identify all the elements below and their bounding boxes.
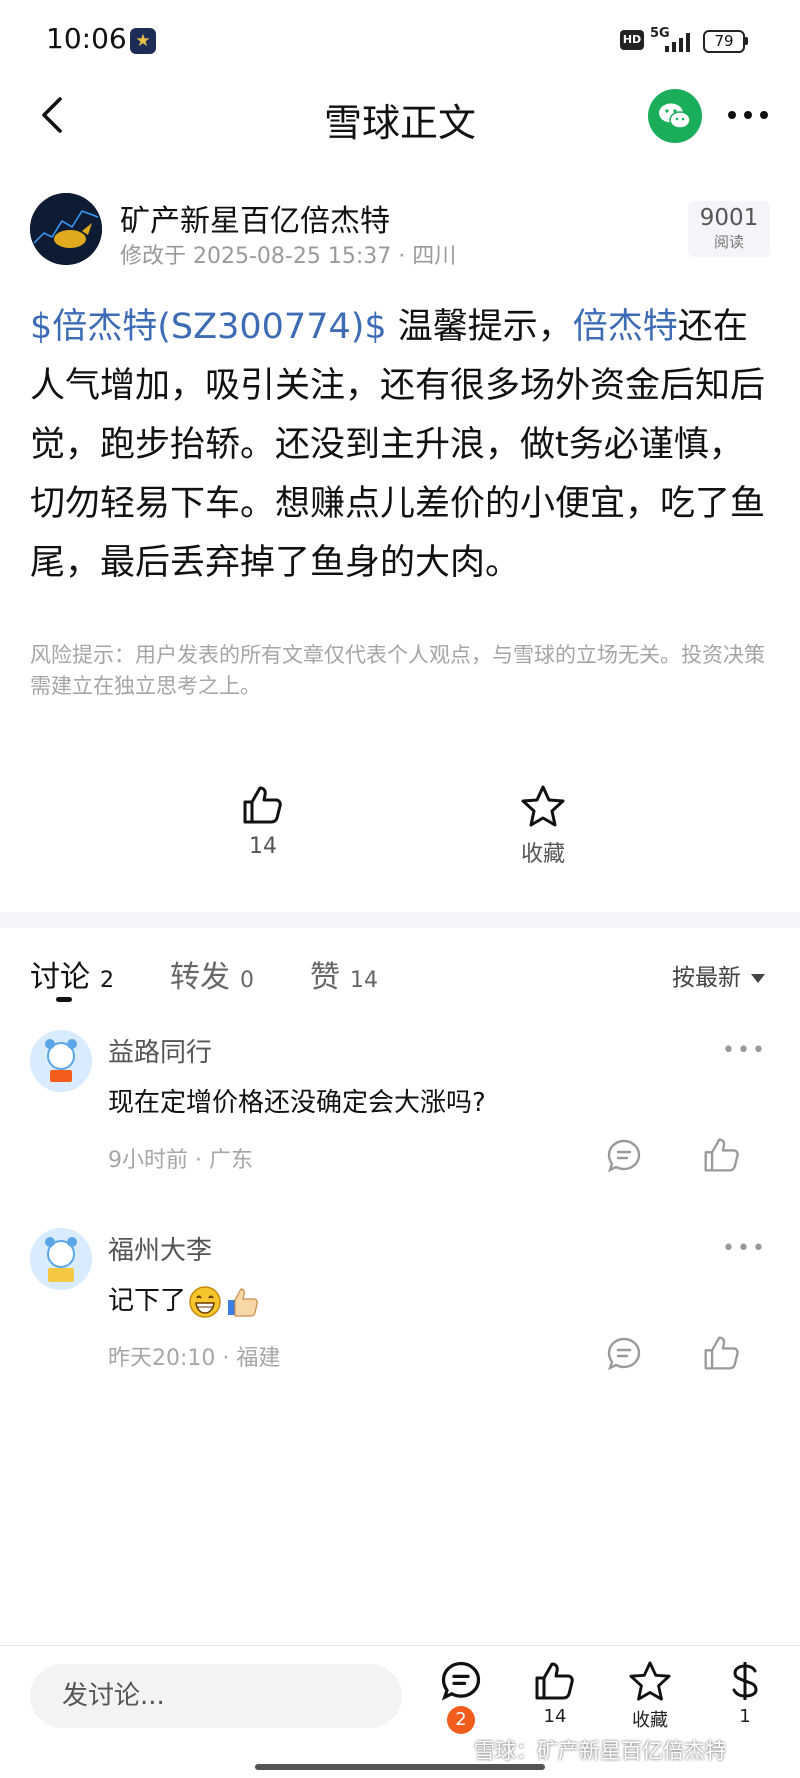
author-name[interactable]: 矿产新星百亿倍杰特: [120, 196, 390, 240]
star-icon: [521, 785, 565, 827]
dollar-icon: [732, 1662, 758, 1700]
comment-avatar[interactable]: [30, 1030, 92, 1092]
risk-notice: 风险提示：用户发表的所有文章仅代表个人观点，与雪球的立场无关。投资决策需建立在独…: [30, 643, 765, 698]
thumbs-up-icon: [243, 786, 282, 824]
comment-more-icon[interactable]: •••: [722, 1038, 767, 1063]
post-meta: 修改于 2025-08-25 15:37 · 四川: [120, 244, 457, 269]
bottom-favorite-button[interactable]: 收藏: [622, 1660, 678, 1732]
stock-name-link[interactable]: 倍杰特: [573, 307, 678, 347]
read-label: 阅读: [713, 233, 744, 251]
article-body: $倍杰特(SZ300774)$ 温馨提示，倍杰特还在人气增加，吸引关注，还有很多…: [30, 298, 772, 593]
favorite-label: 收藏: [520, 842, 565, 867]
caret-down-icon: [751, 974, 765, 983]
app-notification-icon: ★: [130, 28, 156, 54]
grin-emoji-icon: [189, 1285, 221, 1318]
section-divider: [0, 912, 800, 928]
comment-more-icon[interactable]: •••: [722, 1236, 767, 1261]
comment-text: 记下了: [108, 1280, 260, 1319]
favorite-button[interactable]: 收藏: [498, 784, 588, 868]
author-avatar[interactable]: [30, 193, 102, 265]
comment-input[interactable]: 发讨论...: [30, 1664, 402, 1728]
thumbs-up-emoji-icon: [228, 1287, 258, 1317]
tab-likes-count: 14: [350, 968, 378, 993]
hd-icon: HD: [620, 30, 644, 50]
comment-count-badge: 2: [447, 1706, 475, 1734]
tab-discussion-label: 讨论: [30, 960, 90, 995]
wechat-share-button[interactable]: [648, 89, 702, 143]
like-button[interactable]: 14: [228, 784, 298, 859]
status-time: 10:06: [46, 22, 127, 55]
signal-icon: [665, 33, 690, 52]
home-indicator[interactable]: [255, 1764, 545, 1770]
bottom-like-count: 14: [543, 1706, 567, 1727]
reply-icon[interactable]: [606, 1336, 642, 1372]
wechat-icon: [659, 103, 691, 129]
comment-username[interactable]: 福州大李: [108, 1230, 212, 1267]
article-text-2: 还在人气增加，吸引关注，还有很多场外资金后知后觉，跑步抬轿。还没到主升浪，做t务…: [30, 307, 766, 583]
more-icon[interactable]: [724, 102, 772, 128]
thumbs-up-icon: [535, 1662, 574, 1700]
tab-active-indicator: [56, 997, 72, 1002]
reward-button[interactable]: 1: [722, 1660, 768, 1727]
comment-meta: 昨天20:10 · 福建: [108, 1346, 281, 1371]
comment-text-content: 记下了: [108, 1286, 187, 1316]
reward-count: 1: [739, 1706, 751, 1727]
comment-username[interactable]: 益路同行: [108, 1032, 212, 1069]
watermark: 雪球：矿产新星百亿倍杰特: [474, 1739, 726, 1763]
comments-button[interactable]: 2: [436, 1660, 486, 1734]
article-text-1: 温馨提示，: [386, 307, 573, 347]
snowball-mascot-avatar: [30, 1228, 92, 1290]
tab-likes-label: 赞: [310, 960, 340, 995]
comment-like-icon[interactable]: [702, 1334, 742, 1372]
read-count-box: 9001 阅读: [688, 201, 770, 257]
bottom-bar-divider: [0, 1645, 800, 1646]
snowball-mascot-avatar: [30, 1030, 92, 1092]
sort-label: 按最新: [672, 965, 741, 991]
bottom-like-button[interactable]: 14: [530, 1660, 580, 1727]
battery-tip: [745, 37, 748, 45]
comment-like-icon[interactable]: [702, 1136, 742, 1174]
comment-bubble-icon: [441, 1661, 481, 1701]
read-count: 9001: [699, 205, 759, 231]
comment-avatar[interactable]: [30, 1228, 92, 1290]
comment-text: 现在定增价格还没确定会大涨吗?: [108, 1088, 486, 1118]
reply-icon[interactable]: [606, 1138, 642, 1174]
star-icon: [629, 1661, 671, 1701]
tab-repost[interactable]: 转发 0: [170, 952, 254, 996]
like-count: 14: [249, 834, 277, 859]
tab-repost-count: 0: [240, 968, 254, 993]
battery-icon: 79: [703, 30, 745, 53]
tab-discussion-count: 2: [100, 968, 114, 993]
stock-tag-link[interactable]: $倍杰特(SZ300774)$: [30, 307, 387, 347]
comment-meta: 9小时前 · 广东: [108, 1148, 253, 1173]
bull-avatar-image: [30, 193, 102, 265]
tab-discussion[interactable]: 讨论 2: [30, 952, 114, 996]
sort-dropdown[interactable]: 按最新: [672, 958, 765, 992]
tab-repost-label: 转发: [170, 960, 230, 995]
tab-likes[interactable]: 赞 14: [310, 952, 378, 996]
bottom-favorite-label: 收藏: [632, 1710, 668, 1731]
